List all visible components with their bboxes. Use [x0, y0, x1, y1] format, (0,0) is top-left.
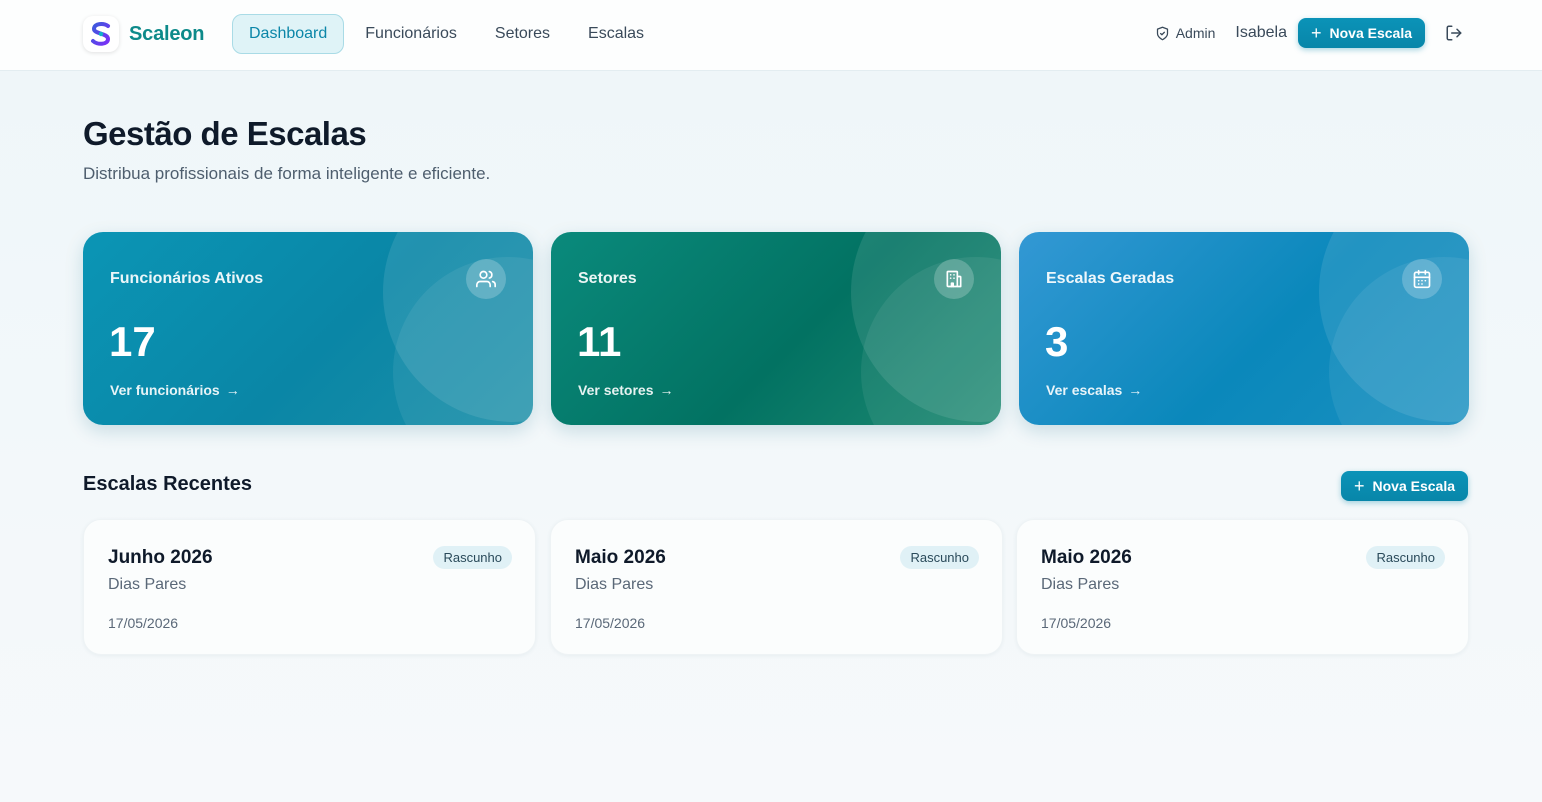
schedule-type: Dias Pares [1041, 576, 1120, 593]
plus-icon: + [1310, 23, 1322, 43]
recent-section-title: Escalas Recentes [83, 473, 253, 495]
nav-dashboard[interactable]: Dashboard [232, 14, 345, 54]
arrow-right-icon: → [1128, 382, 1143, 398]
role-badge: Admin [1155, 25, 1216, 41]
nav-funcionarios[interactable]: Funcionários [348, 14, 474, 54]
stat-value: 17 [109, 318, 156, 365]
page-title: Gestão de Escalas [83, 115, 367, 152]
shield-icon [1156, 26, 1168, 40]
schedule-name: Junho 2026 [108, 547, 213, 568]
stat-card-escalas[interactable]: Escalas Geradas 3 Ver escalas → [1019, 232, 1469, 425]
schedule-type: Dias Pares [108, 576, 187, 593]
stat-label: Funcionários Ativos [110, 270, 264, 287]
logout-button[interactable] [1445, 24, 1463, 42]
arrow-right-icon: → [225, 382, 240, 398]
new-schedule-button-secondary[interactable]: + Nova Escala [1340, 471, 1468, 501]
stat-link-label: Ver funcionários [110, 382, 220, 398]
brand[interactable]: Scaleon [83, 16, 205, 52]
plus-icon: + [1353, 476, 1365, 496]
stat-card-funcionarios[interactable]: Funcionários Ativos 17 Ver funcionários … [83, 232, 533, 425]
schedule-date: 17/05/2026 [108, 615, 179, 631]
schedule-date: 17/05/2026 [575, 615, 646, 631]
status-badge: Rascunho [1366, 546, 1445, 569]
recent-schedule-card[interactable]: Junho 2026 Rascunho Dias Pares 17/05/202… [83, 519, 536, 655]
schedule-name: Maio 2026 [1041, 547, 1132, 568]
scaleon-logo-icon [83, 16, 119, 52]
stat-link-label: Ver setores [578, 382, 654, 398]
schedule-date: 17/05/2026 [1041, 615, 1112, 631]
stat-value: 3 [1045, 318, 1069, 365]
nav-escalas[interactable]: Escalas [571, 14, 661, 54]
status-badge: Rascunho [900, 546, 979, 569]
calendar-icon [1402, 259, 1442, 299]
brand-name: Scaleon [129, 22, 205, 45]
stat-link-label: Ver escalas [1046, 382, 1123, 398]
new-schedule-label: Nova Escala [1329, 25, 1413, 41]
stat-label: Setores [578, 270, 637, 287]
stat-value: 11 [577, 318, 622, 365]
recent-schedule-card[interactable]: Maio 2026 Rascunho Dias Pares 17/05/2026 [1016, 519, 1469, 655]
role-label: Admin [1175, 25, 1216, 41]
logout-icon [1446, 25, 1462, 41]
arrow-right-icon: → [659, 382, 674, 398]
new-schedule-label: Nova Escala [1372, 478, 1456, 494]
user-name: Isabela [1235, 24, 1287, 41]
header-tools: Admin Isabela + Nova Escala [1155, 18, 1463, 48]
users-icon [466, 259, 506, 299]
view-sectors-link[interactable]: Ver setores → [578, 382, 674, 398]
stat-card-setores[interactable]: Setores 11 Ver setores → [551, 232, 1001, 425]
status-badge: Rascunho [433, 546, 512, 569]
page-subtitle: Distribua profissionais de forma intelig… [83, 164, 491, 183]
schedule-type: Dias Pares [575, 576, 654, 593]
view-schedules-link[interactable]: Ver escalas → [1046, 382, 1142, 398]
main-nav: Dashboard Funcionários Setores Escalas [232, 14, 665, 54]
building-icon [934, 259, 974, 299]
recent-schedule-card[interactable]: Maio 2026 Rascunho Dias Pares 17/05/2026 [550, 519, 1003, 655]
schedule-name: Maio 2026 [575, 547, 666, 568]
view-employees-link[interactable]: Ver funcionários → [110, 382, 240, 398]
nav-setores[interactable]: Setores [478, 14, 567, 54]
new-schedule-button[interactable]: + Nova Escala [1297, 18, 1425, 48]
top-navbar: Scaleon Dashboard Funcionários Setores E… [0, 0, 1542, 71]
stat-label: Escalas Geradas [1046, 270, 1175, 287]
